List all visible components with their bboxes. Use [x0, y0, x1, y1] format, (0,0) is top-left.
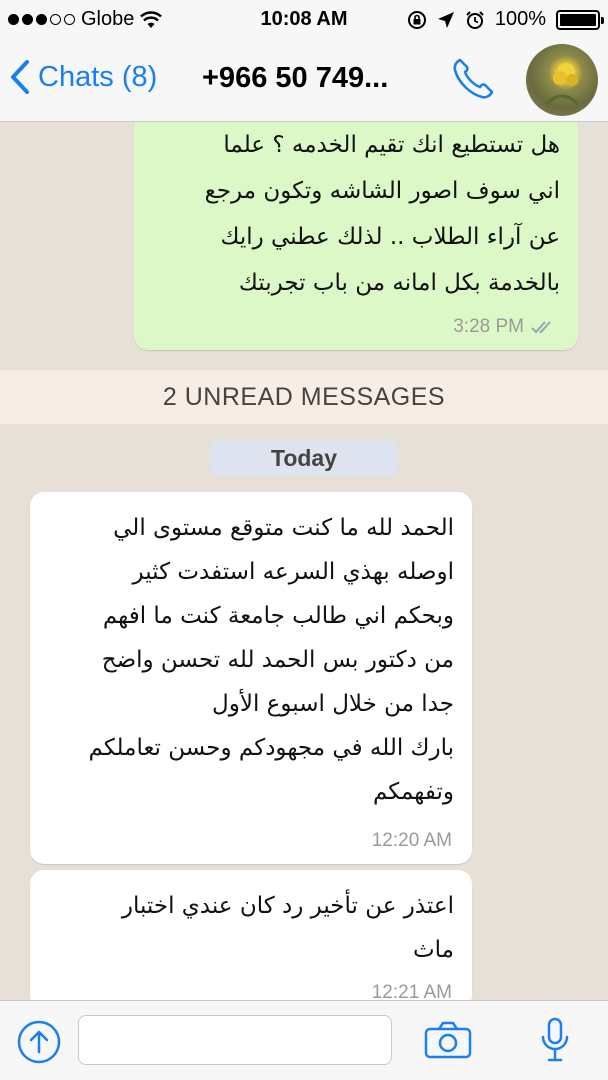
camera-icon[interactable] [424, 1021, 472, 1059]
back-label: Chats (8) [38, 60, 158, 93]
message-meta: 3:28 PM [453, 316, 558, 338]
message-input-bar [0, 1000, 608, 1080]
battery-icon [556, 9, 604, 30]
message-input[interactable] [78, 1015, 392, 1065]
alarm-icon [466, 10, 484, 29]
message-bubble-incoming[interactable]: الحمد لله ما كنت متوقع مستوى الي اوصله ب… [30, 492, 472, 864]
message-bubble-outgoing[interactable]: هل تستطيع انك تقيم الخدمه ؟ علما اني سوف… [134, 122, 578, 350]
unread-banner: 2 UNREAD MESSAGES [0, 370, 608, 424]
status-bar: Globe 10:08 AM 100% [0, 0, 608, 40]
double-check-icon [531, 321, 551, 334]
message-text: الحمد لله ما كنت متوقع مستوى الي اوصله ب… [88, 515, 454, 805]
message-time: 3:28 PM [453, 316, 524, 337]
message-time: 12:21 AM [371, 982, 452, 1000]
conversation[interactable]: هل تستطيع انك تقيم الخدمه ؟ علما اني سوف… [0, 122, 608, 1000]
location-arrow-icon [437, 11, 454, 28]
message-meta: 12:21 AM [372, 982, 452, 1000]
contact-avatar[interactable] [526, 44, 598, 116]
rotation-lock-icon [407, 10, 426, 29]
contact-title[interactable]: +966 50 749... [202, 62, 388, 95]
chevron-left-icon [11, 60, 29, 94]
message-time: 12:20 AM [371, 830, 452, 851]
message-text: هل تستطيع انك تقيم الخدمه ؟ علما اني سوف… [204, 132, 560, 296]
flower-icon [544, 63, 580, 106]
battery-percent: 100% [494, 8, 546, 30]
microphone-icon[interactable] [540, 1017, 570, 1063]
status-icons: 100% [407, 8, 604, 31]
date-separator: Today [210, 440, 398, 476]
message-bubble-incoming[interactable]: اعتذر عن تأخير رد كان عندي اختبار ماث 12… [30, 870, 472, 1000]
message-text: اعتذر عن تأخير رد كان عندي اختبار ماث [121, 893, 454, 963]
chat-header: Chats (8) +966 50 749... [0, 40, 608, 122]
back-button[interactable]: Chats (8) [10, 60, 157, 94]
upload-icon[interactable] [16, 1019, 62, 1065]
message-meta: 12:20 AM [372, 830, 452, 852]
phone-icon[interactable] [450, 56, 496, 102]
